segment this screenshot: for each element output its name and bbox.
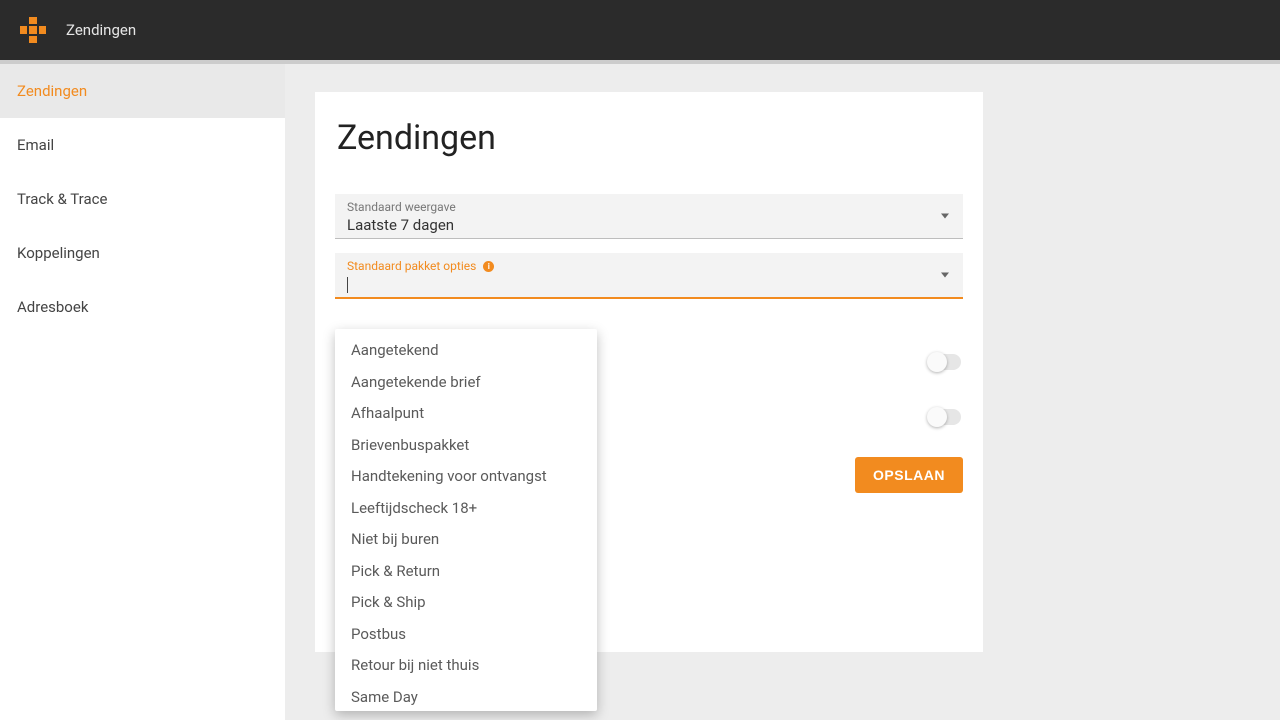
chevron-down-icon [941, 214, 949, 219]
dropdown-scroll[interactable]: AangetekendAangetekende briefAfhaalpuntB… [335, 335, 597, 705]
sidebar-item-label: Koppelingen [17, 244, 100, 262]
field-label: Standaard pakket opties i [347, 259, 951, 273]
dropdown-option[interactable]: Niet bij buren [335, 524, 597, 556]
dropdown-option[interactable]: Handtekening voor ontvangst [335, 461, 597, 493]
sidebar-item-label: Email [17, 136, 54, 154]
sidebar-item-track-trace[interactable]: Track & Trace [0, 172, 285, 226]
topbar-title: Zendingen [66, 21, 136, 39]
dropdown-option[interactable]: Pick & Return [335, 556, 597, 588]
dropdown-option[interactable]: Postbus [335, 619, 597, 651]
page-title: Zendingen [315, 118, 983, 158]
sidebar-item-adresboek[interactable]: Adresboek [0, 280, 285, 334]
toggle-row-1 [929, 354, 961, 370]
chevron-down-icon [941, 273, 949, 278]
toggle-switch[interactable] [929, 409, 961, 425]
settings-card: Zendingen Standaard weergave Laatste 7 d… [315, 92, 983, 652]
field-standaard-pakket-opties[interactable]: Standaard pakket opties i [335, 253, 963, 299]
dropdown-option[interactable]: Brievenbuspakket [335, 430, 597, 462]
main-area: Zendingen Standaard weergave Laatste 7 d… [285, 64, 1280, 720]
text-cursor [347, 277, 348, 293]
toggle-row-2 [929, 409, 961, 425]
save-button[interactable]: OPSLAAN [855, 457, 963, 493]
dropdown-option[interactable]: Leeftijdscheck 18+ [335, 493, 597, 525]
dropdown-option[interactable]: Pick & Ship [335, 587, 597, 619]
app-logo-icon [20, 17, 46, 43]
dropdown-option[interactable]: Aangetekend [335, 335, 597, 367]
dropdown-option[interactable]: Aangetekende brief [335, 367, 597, 399]
dropdown-option[interactable]: Retour bij niet thuis [335, 650, 597, 682]
sidebar-item-koppelingen[interactable]: Koppelingen [0, 226, 285, 280]
sidebar-item-label: Zendingen [17, 82, 87, 100]
sidebar-item-email[interactable]: Email [0, 118, 285, 172]
dropdown-option[interactable]: Afhaalpunt [335, 398, 597, 430]
dropdown-option[interactable]: Same Day [335, 682, 597, 706]
field-value: Laatste 7 dagen [347, 214, 951, 234]
field-standaard-weergave[interactable]: Standaard weergave Laatste 7 dagen [335, 194, 963, 239]
toggle-switch[interactable] [929, 354, 961, 370]
info-icon[interactable]: i [483, 261, 494, 272]
field-label: Standaard weergave [347, 200, 951, 214]
sidebar-item-label: Adresboek [17, 298, 88, 316]
sidebar-item-zendingen[interactable]: Zendingen [0, 64, 285, 118]
topbar: Zendingen [0, 0, 1280, 60]
pakket-opties-dropdown: AangetekendAangetekende briefAfhaalpuntB… [335, 329, 597, 711]
sidebar-item-label: Track & Trace [17, 190, 107, 208]
field-value[interactable] [347, 273, 951, 293]
sidebar: Zendingen Email Track & Trace Koppelinge… [0, 64, 285, 720]
